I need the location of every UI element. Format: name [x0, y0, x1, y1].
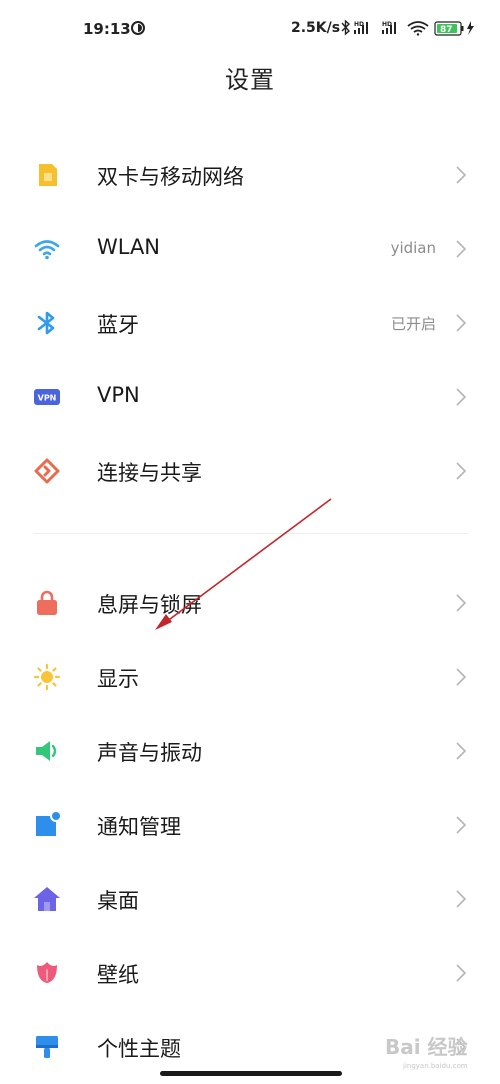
bluetooth-status-icon — [341, 19, 351, 36]
settings-item-label: 桌面 — [97, 889, 139, 913]
watermark-url: jingyan.baidu.com — [402, 1062, 468, 1070]
settings-item-value: 已开启 — [390, 315, 436, 333]
signal-1-icon: HD — [354, 21, 368, 34]
bluetooth-icon — [37, 311, 55, 335]
chevron-right-icon — [456, 314, 467, 332]
settings-item-label: 显示 — [97, 667, 139, 691]
sun-icon — [33, 663, 61, 691]
settings-item-display[interactable]: 显示 — [0, 639, 500, 713]
settings-item-sound[interactable]: 声音与振动 — [0, 713, 500, 787]
lock-icon — [37, 590, 57, 615]
settings-item-desktop[interactable]: 桌面 — [0, 861, 500, 935]
settings-item-label: 通知管理 — [97, 815, 181, 839]
wifi-status-icon — [407, 21, 429, 36]
charging-icon — [467, 21, 474, 35]
signal-2-icon: HD — [382, 21, 396, 34]
chevron-right-icon — [456, 964, 467, 982]
settings-item-label: 个性主题 — [97, 1037, 181, 1061]
page-title: 设置 — [225, 66, 275, 94]
theme-brush-icon — [36, 1036, 58, 1058]
chevron-right-icon — [456, 594, 467, 612]
dnd-icon — [131, 21, 145, 35]
wifi-icon — [34, 240, 60, 260]
connection-share-icon — [34, 458, 60, 484]
chevron-right-icon — [456, 388, 467, 406]
watermark-text: Bai 经验 — [385, 1035, 468, 1059]
sim-card-icon — [39, 164, 57, 186]
speaker-icon — [36, 741, 57, 761]
chevron-right-icon — [456, 166, 467, 184]
status-time: 19:13 — [83, 20, 131, 38]
battery-icon: 87 — [434, 21, 464, 36]
settings-item-connection-share[interactable]: 连接与共享 — [0, 433, 500, 507]
chevron-right-icon — [456, 816, 467, 834]
settings-item-label: 息屏与锁屏 — [97, 593, 202, 617]
notification-icon — [36, 812, 60, 836]
group-divider — [33, 533, 468, 534]
wallpaper-flower-icon — [37, 962, 57, 983]
status-icons: HD HD 87 — [341, 19, 474, 36]
home-icon — [34, 887, 60, 911]
settings-item-label: WLAN — [97, 235, 161, 259]
vpn-icon: VPN — [34, 389, 60, 405]
settings-item-notifications[interactable]: 通知管理 — [0, 787, 500, 861]
svg-text:VPN: VPN — [38, 394, 57, 403]
settings-item-dual-sim[interactable]: 双卡与移动网络 — [0, 137, 500, 211]
status-bar: 19:13 2.5K/s HD HD 87 — [0, 0, 500, 56]
settings-item-vpn[interactable]: VPN VPN — [0, 359, 500, 433]
network-speed: 2.5K/s — [291, 20, 341, 36]
baidu-watermark: Bai 经验 jingyan.baidu.com — [385, 1035, 468, 1070]
settings-item-value: yidian — [390, 239, 436, 257]
chevron-right-icon — [456, 668, 467, 686]
home-indicator[interactable] — [160, 1071, 342, 1076]
settings-item-wlan[interactable]: WLAN yidian — [0, 211, 500, 285]
chevron-right-icon — [456, 742, 467, 760]
settings-item-label: 连接与共享 — [97, 461, 202, 485]
chevron-right-icon — [456, 462, 467, 480]
settings-item-label: VPN — [97, 383, 140, 407]
settings-item-bluetooth[interactable]: 蓝牙 已开启 — [0, 285, 500, 359]
chevron-right-icon — [456, 890, 467, 908]
settings-item-label: 壁纸 — [97, 963, 139, 987]
settings-item-label: 双卡与移动网络 — [97, 165, 244, 189]
chevron-right-icon — [456, 240, 467, 258]
battery-level: 87 — [440, 25, 453, 35]
settings-item-wallpaper[interactable]: 壁纸 — [0, 935, 500, 1009]
settings-item-label: 蓝牙 — [97, 313, 139, 337]
settings-item-label: 声音与振动 — [97, 741, 202, 765]
settings-item-lock-screen[interactable]: 息屏与锁屏 — [0, 565, 500, 639]
